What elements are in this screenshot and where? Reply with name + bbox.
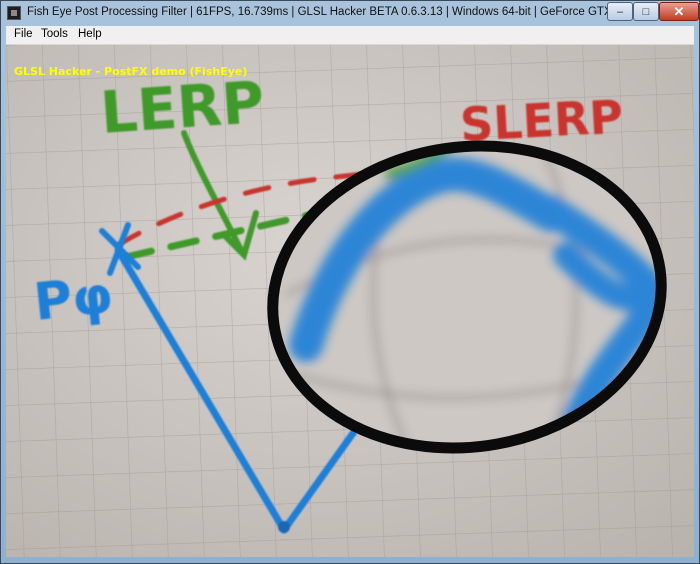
maximize-button[interactable]: □ — [633, 2, 659, 21]
menu-bar: File Tools Help — [6, 26, 694, 45]
menu-tools[interactable]: Tools — [41, 28, 68, 40]
app-icon[interactable] — [7, 6, 21, 20]
close-button[interactable]: ✕ — [659, 2, 699, 21]
render-viewport[interactable]: LERP SLERP Pφ GLSL Hacker - PostFX demo … — [6, 45, 694, 557]
p0-label: Pφ — [31, 265, 116, 333]
minimize-icon: – — [616, 5, 624, 18]
maximize-icon: □ — [642, 5, 650, 18]
menu-file[interactable]: File — [14, 28, 33, 40]
application-window: Fish Eye Post Processing Filter | 61FPS,… — [0, 0, 700, 564]
title-bar[interactable]: Fish Eye Post Processing Filter | 61FPS,… — [1, 1, 699, 25]
fisheye-scene: LERP SLERP Pφ — [6, 45, 694, 557]
window-title: Fish Eye Post Processing Filter | 61FPS,… — [27, 6, 607, 18]
demo-overlay-label: GLSL Hacker - PostFX demo (FishEye) — [14, 65, 248, 78]
vertex-dot — [278, 521, 290, 533]
minimize-button[interactable]: – — [607, 2, 633, 21]
menu-help[interactable]: Help — [78, 28, 102, 40]
lerp-label: LERP — [98, 68, 266, 147]
close-icon: ✕ — [673, 3, 685, 19]
